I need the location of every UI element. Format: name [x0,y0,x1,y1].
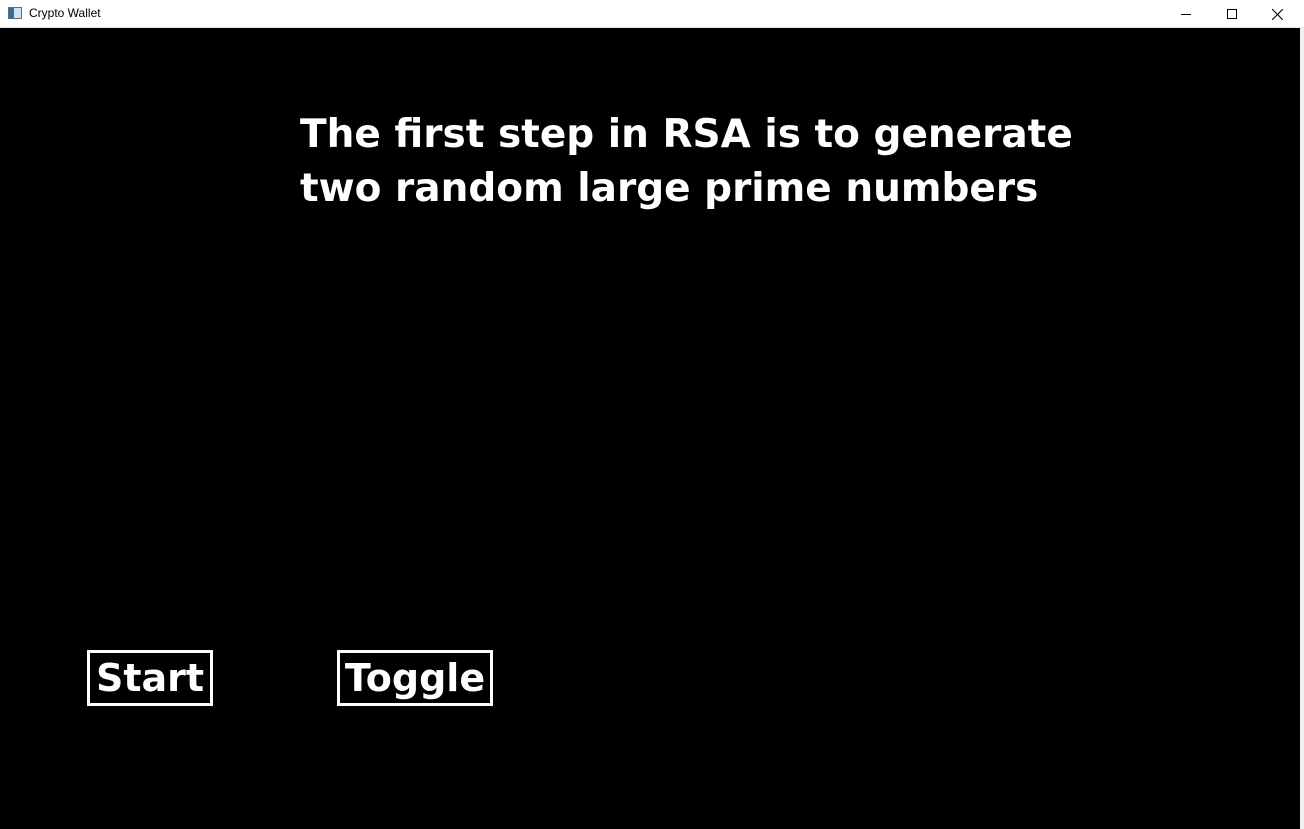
instruction-line-1: The first step in RSA is to generate [300,112,1073,157]
app-window: Crypto Wallet The first step in RSA is t… [0,0,1304,829]
minimize-icon [1181,14,1191,15]
close-button[interactable] [1254,0,1300,28]
close-icon [1271,8,1283,20]
toggle-button[interactable]: Toggle [337,650,493,706]
instruction-heading: The first step in RSA is to generate two… [300,108,1073,216]
minimize-button[interactable] [1163,0,1209,28]
maximize-button[interactable] [1209,0,1255,28]
window-border [1300,28,1304,829]
start-button[interactable]: Start [87,650,213,706]
window-title: Crypto Wallet [29,6,101,20]
instruction-line-2: two random large prime numbers [300,166,1039,211]
app-window-icon [8,7,22,19]
title-bar[interactable]: Crypto Wallet [0,0,1304,28]
maximize-icon [1227,9,1237,19]
main-canvas: The first step in RSA is to generate two… [0,28,1300,829]
